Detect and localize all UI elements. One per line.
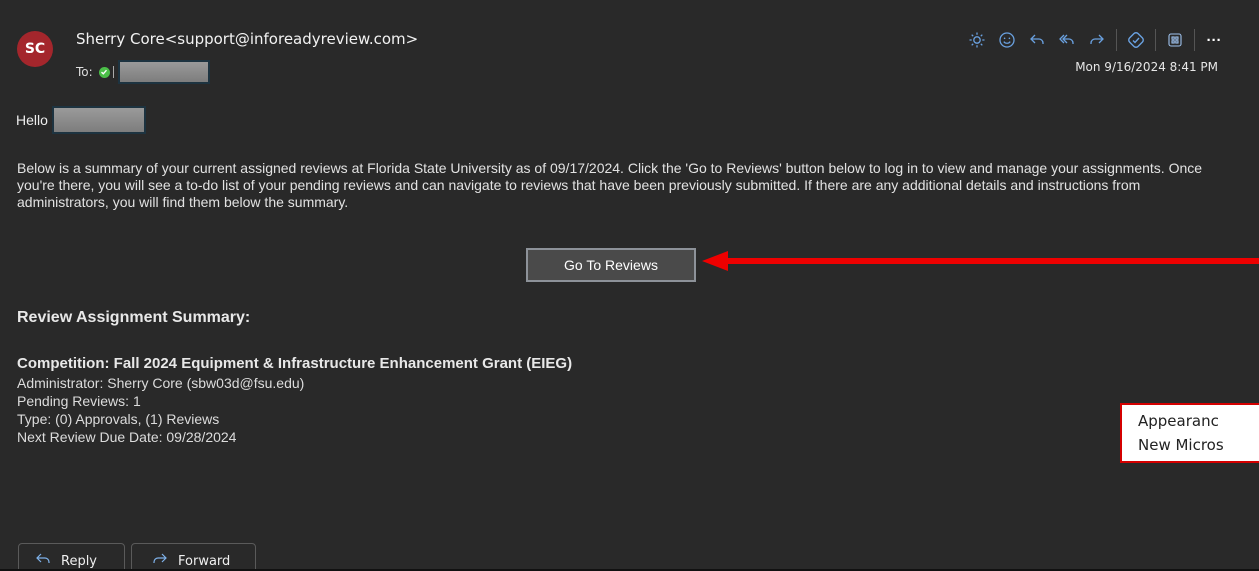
reply-icon: [35, 552, 51, 569]
check-icon: [98, 66, 110, 78]
reply-label: Reply: [61, 553, 98, 569]
callout-line-2: New Micros: [1138, 436, 1224, 454]
sun-icon[interactable]: [962, 27, 992, 53]
sent-date: Mon 9/16/2024 8:41 PM: [1075, 60, 1218, 74]
message-toolbar: ···: [962, 27, 1229, 53]
sender-name[interactable]: Sherry Core<support@inforeadyreview.com>: [76, 30, 418, 48]
review-type-line: Type: (0) Approvals, (1) Reviews: [17, 411, 220, 427]
summary-heading: Review Assignment Summary:: [17, 309, 251, 326]
toolbar-divider: [1194, 29, 1195, 51]
redacted-name: [51, 106, 146, 134]
forward-icon: [152, 552, 168, 569]
divider: [112, 66, 114, 78]
forward-label: Forward: [178, 553, 231, 569]
toolbar-divider: [1116, 29, 1117, 51]
annotation-callout: Appearanc New Micros: [1120, 403, 1259, 463]
apps-icon[interactable]: [1160, 27, 1190, 53]
reply-all-icon[interactable]: [1052, 27, 1082, 53]
toolbar-divider: [1155, 29, 1156, 51]
avatar[interactable]: SC: [17, 31, 53, 67]
greeting-row: Hello: [16, 106, 146, 134]
competition-title: Competition: Fall 2024 Equipment & Infra…: [17, 355, 573, 372]
to-label: To:: [76, 65, 93, 79]
forward-icon[interactable]: [1082, 27, 1112, 53]
recipient-row: To:: [76, 60, 210, 84]
administrator-line: Administrator: Sherry Core (sbw03d@fsu.e…: [17, 375, 305, 391]
reply-button[interactable]: Reply: [18, 543, 125, 569]
greeting: Hello: [16, 112, 48, 128]
forward-button[interactable]: Forward: [131, 543, 256, 569]
reply-icon[interactable]: [1022, 27, 1052, 53]
pending-reviews-line: Pending Reviews: 1: [17, 393, 141, 409]
emoji-icon[interactable]: [992, 27, 1022, 53]
due-date-line: Next Review Due Date: 09/28/2024: [17, 429, 237, 445]
callout-line-1: Appearanc: [1138, 412, 1219, 430]
intro-paragraph: Below is a summary of your current assig…: [17, 160, 1203, 210]
more-icon[interactable]: ···: [1199, 27, 1229, 53]
redacted-recipient: [117, 60, 210, 84]
annotation-arrow: [702, 251, 1259, 271]
go-to-reviews-button[interactable]: Go To Reviews: [526, 248, 696, 282]
email-reading-pane: SC Sherry Core<support@inforeadyreview.c…: [0, 0, 1259, 571]
loop-icon[interactable]: [1121, 27, 1151, 53]
